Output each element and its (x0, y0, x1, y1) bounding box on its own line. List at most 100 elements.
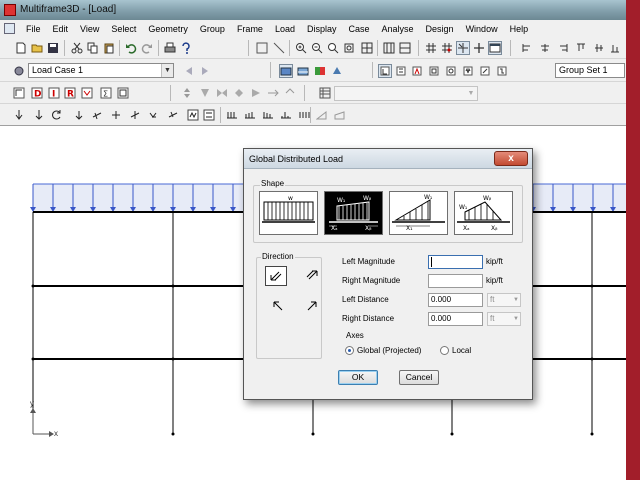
thermal-load-icon[interactable] (186, 108, 200, 122)
menu-edit[interactable]: Edit (47, 24, 75, 34)
copy-icon[interactable] (86, 41, 100, 55)
menu-select[interactable]: Select (105, 24, 142, 34)
align-right-icon[interactable] (556, 41, 570, 55)
save-icon[interactable] (46, 41, 60, 55)
left-distance-unit-select[interactable]: ft ▼ (487, 293, 521, 307)
label-releases-icon[interactable] (478, 64, 492, 78)
select-box-icon[interactable] (255, 41, 269, 55)
dist-load-3-icon[interactable] (261, 108, 275, 122)
zoom-extents-icon[interactable] (342, 41, 356, 55)
window-icon[interactable] (488, 41, 502, 55)
label-loads-icon[interactable] (410, 64, 424, 78)
align-center-icon[interactable] (538, 41, 552, 55)
shape-triangular-button[interactable]: W₁ X₁ (389, 191, 448, 235)
menu-frame[interactable]: Frame (231, 24, 269, 34)
sum-tool-icon[interactable]: Σ (99, 86, 113, 100)
left-distance-input[interactable]: 0.000 (428, 293, 483, 307)
local-dist-icon[interactable] (166, 108, 180, 122)
right-distance-input[interactable]: 0.000 (428, 312, 483, 326)
i-tool-icon[interactable]: I (47, 86, 61, 100)
move-tool-icon[interactable] (180, 86, 194, 100)
axes-local-radio[interactable] (440, 346, 449, 355)
ok-button[interactable]: OK (338, 370, 378, 385)
zoom-window-icon[interactable] (326, 41, 340, 55)
axes-global-radio[interactable] (345, 346, 354, 355)
view-rendered-icon[interactable] (296, 64, 310, 78)
new-icon[interactable] (14, 41, 28, 55)
direction-up-right-button[interactable] (302, 297, 324, 317)
zoom-in-icon[interactable] (294, 41, 308, 55)
label-members-icon[interactable] (394, 64, 408, 78)
help-icon[interactable] (179, 41, 193, 55)
label-nodes-icon[interactable] (378, 64, 392, 78)
d-tool-icon[interactable]: D (30, 86, 44, 100)
axes-global-label[interactable]: Global (Projected) (357, 346, 421, 355)
label-restraints-icon[interactable] (444, 64, 458, 78)
menu-load[interactable]: Load (269, 24, 301, 34)
chevron-down-icon[interactable]: ▼ (161, 64, 173, 77)
redo-icon[interactable] (140, 41, 154, 55)
point-load-icon[interactable] (32, 108, 46, 122)
menu-file[interactable]: File (20, 24, 47, 34)
select-line-icon[interactable] (272, 41, 286, 55)
left-magnitude-input[interactable] (428, 255, 483, 269)
next-case-icon[interactable] (198, 64, 212, 78)
local-point-icon[interactable] (90, 108, 104, 122)
snap-node-icon[interactable] (440, 41, 454, 55)
r-tool-icon[interactable]: R (63, 86, 77, 100)
group-set-select[interactable]: Group Set 1 (555, 63, 625, 78)
view-shading-icon[interactable] (330, 64, 344, 78)
global-point-icon[interactable] (72, 108, 86, 122)
extrude-tool-icon[interactable] (198, 86, 212, 100)
global-moment-icon[interactable] (109, 108, 123, 122)
mirror-tool-icon[interactable] (215, 86, 229, 100)
member-view-icon[interactable] (398, 41, 412, 55)
shape-uniform-button[interactable]: w (259, 191, 318, 235)
align-left-icon[interactable] (520, 41, 534, 55)
zoom-out-icon[interactable] (310, 41, 324, 55)
close-button[interactable]: x (494, 151, 528, 166)
divide-tool-icon[interactable] (249, 86, 263, 100)
menu-help[interactable]: Help (504, 24, 535, 34)
align-bottom-icon[interactable] (608, 41, 622, 55)
translate-tool-icon[interactable] (266, 86, 280, 100)
pre-stress-icon[interactable] (202, 108, 216, 122)
menu-design[interactable]: Design (420, 24, 460, 34)
cut-icon[interactable] (70, 41, 84, 55)
undo-icon[interactable] (124, 41, 138, 55)
dist-load-2-icon[interactable] (243, 108, 257, 122)
section-select[interactable]: ▼ (334, 86, 478, 101)
menu-case[interactable]: Case (343, 24, 376, 34)
global-dist-icon[interactable] (147, 108, 161, 122)
m-tool-icon[interactable] (80, 86, 94, 100)
table-tool-icon[interactable] (318, 86, 332, 100)
snap-member-icon[interactable] (456, 41, 470, 55)
axes-local-label[interactable]: Local (452, 346, 471, 355)
view-colour-icon[interactable] (313, 64, 327, 78)
dist-load-4-icon[interactable] (279, 108, 293, 122)
label-sections-icon[interactable] (427, 64, 441, 78)
view-frame-icon[interactable] (279, 64, 293, 78)
grid-icon[interactable] (360, 41, 374, 55)
dist-load-1-icon[interactable] (225, 108, 239, 122)
menu-geometry[interactable]: Geometry (142, 24, 194, 34)
rotate-tool-icon[interactable] (232, 86, 246, 100)
dist-load-5-icon[interactable] (297, 108, 311, 122)
intersect-tool-icon[interactable] (283, 86, 297, 100)
section-tool-icon[interactable] (116, 86, 130, 100)
menu-window[interactable]: Window (460, 24, 504, 34)
pan-icon[interactable] (472, 41, 486, 55)
cancel-button[interactable]: Cancel (399, 370, 439, 385)
direction-down-right-button[interactable] (302, 266, 324, 286)
moment-load-icon[interactable] (50, 108, 64, 122)
shape-trapezoidal-partial-button[interactable]: W₁ Wᵦ Xₐ Xᵦ (324, 191, 383, 235)
chevron-down-icon[interactable]: ▼ (465, 87, 477, 100)
menu-display[interactable]: Display (301, 24, 343, 34)
trapezoid-load-icon[interactable] (333, 108, 347, 122)
right-magnitude-input[interactable] (428, 274, 483, 288)
menu-analyse[interactable]: Analyse (376, 24, 420, 34)
load-case-select[interactable]: Load Case 1 ▼ (28, 63, 174, 78)
load-node-icon[interactable] (12, 108, 26, 122)
direction-down-left-button[interactable] (265, 266, 287, 286)
print-icon[interactable] (163, 41, 177, 55)
